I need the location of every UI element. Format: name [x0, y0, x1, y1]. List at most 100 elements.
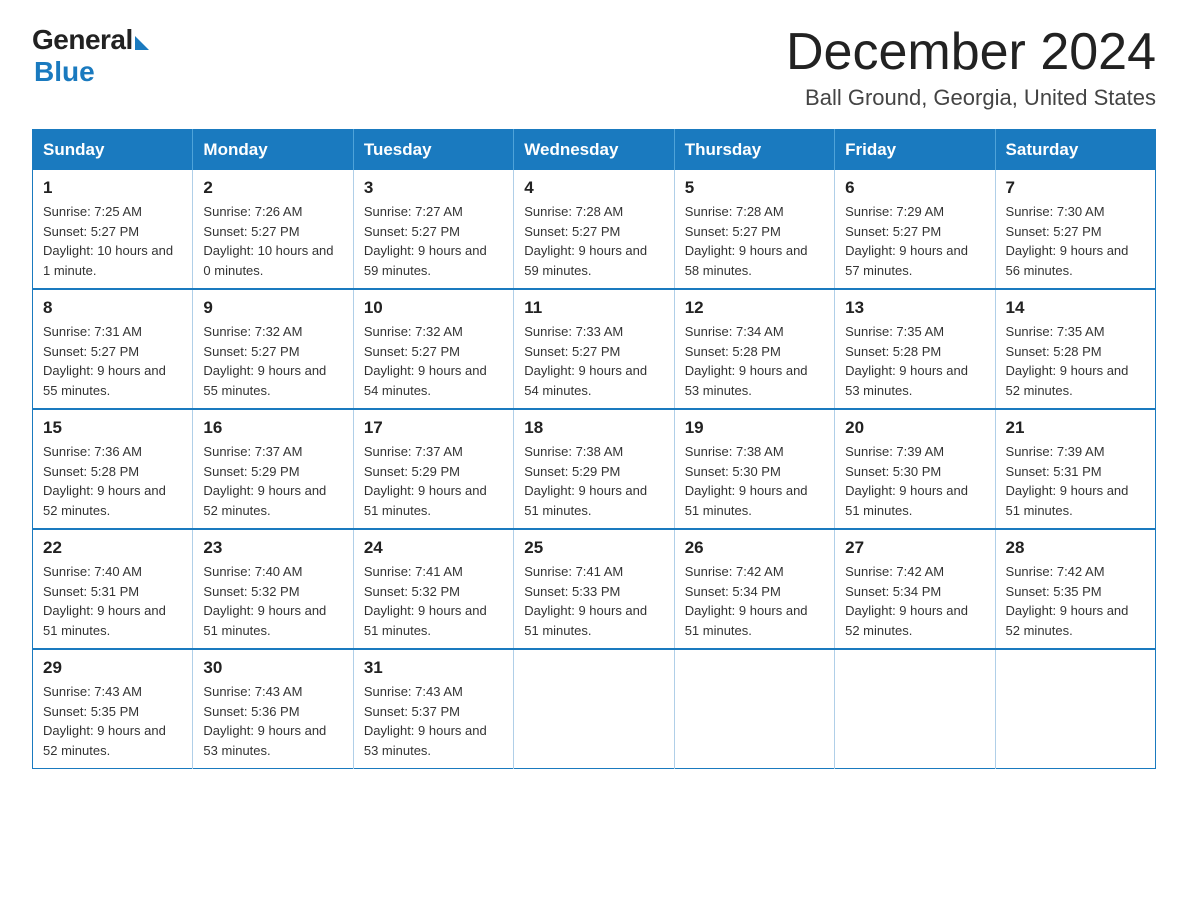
weekday-header-wednesday: Wednesday — [514, 130, 674, 171]
day-info: Sunrise: 7:37 AMSunset: 5:29 PMDaylight:… — [203, 442, 342, 520]
day-info: Sunrise: 7:35 AMSunset: 5:28 PMDaylight:… — [845, 322, 984, 400]
day-number: 22 — [43, 538, 182, 558]
calendar-week-row: 15 Sunrise: 7:36 AMSunset: 5:28 PMDaylig… — [33, 409, 1156, 529]
day-number: 26 — [685, 538, 824, 558]
weekday-header-thursday: Thursday — [674, 130, 834, 171]
calendar-day-cell: 29 Sunrise: 7:43 AMSunset: 5:35 PMDaylig… — [33, 649, 193, 769]
calendar-week-row: 29 Sunrise: 7:43 AMSunset: 5:35 PMDaylig… — [33, 649, 1156, 769]
weekday-header-monday: Monday — [193, 130, 353, 171]
weekday-header-friday: Friday — [835, 130, 995, 171]
day-info: Sunrise: 7:37 AMSunset: 5:29 PMDaylight:… — [364, 442, 503, 520]
day-info: Sunrise: 7:36 AMSunset: 5:28 PMDaylight:… — [43, 442, 182, 520]
day-info: Sunrise: 7:41 AMSunset: 5:33 PMDaylight:… — [524, 562, 663, 640]
calendar-day-cell: 22 Sunrise: 7:40 AMSunset: 5:31 PMDaylig… — [33, 529, 193, 649]
calendar-week-row: 8 Sunrise: 7:31 AMSunset: 5:27 PMDayligh… — [33, 289, 1156, 409]
day-info: Sunrise: 7:32 AMSunset: 5:27 PMDaylight:… — [203, 322, 342, 400]
day-number: 10 — [364, 298, 503, 318]
logo-triangle-icon — [135, 36, 149, 50]
calendar-day-cell: 15 Sunrise: 7:36 AMSunset: 5:28 PMDaylig… — [33, 409, 193, 529]
calendar-day-cell: 16 Sunrise: 7:37 AMSunset: 5:29 PMDaylig… — [193, 409, 353, 529]
day-number: 16 — [203, 418, 342, 438]
calendar-day-cell: 2 Sunrise: 7:26 AMSunset: 5:27 PMDayligh… — [193, 170, 353, 289]
calendar-day-cell — [674, 649, 834, 769]
day-number: 2 — [203, 178, 342, 198]
day-number: 20 — [845, 418, 984, 438]
day-number: 24 — [364, 538, 503, 558]
day-info: Sunrise: 7:25 AMSunset: 5:27 PMDaylight:… — [43, 202, 182, 280]
day-info: Sunrise: 7:39 AMSunset: 5:31 PMDaylight:… — [1006, 442, 1145, 520]
day-number: 7 — [1006, 178, 1145, 198]
calendar-day-cell: 30 Sunrise: 7:43 AMSunset: 5:36 PMDaylig… — [193, 649, 353, 769]
day-number: 28 — [1006, 538, 1145, 558]
day-info: Sunrise: 7:41 AMSunset: 5:32 PMDaylight:… — [364, 562, 503, 640]
day-info: Sunrise: 7:42 AMSunset: 5:35 PMDaylight:… — [1006, 562, 1145, 640]
day-number: 25 — [524, 538, 663, 558]
day-number: 15 — [43, 418, 182, 438]
calendar-day-cell: 19 Sunrise: 7:38 AMSunset: 5:30 PMDaylig… — [674, 409, 834, 529]
calendar-day-cell: 20 Sunrise: 7:39 AMSunset: 5:30 PMDaylig… — [835, 409, 995, 529]
page-title: December 2024 — [786, 24, 1156, 81]
day-info: Sunrise: 7:42 AMSunset: 5:34 PMDaylight:… — [685, 562, 824, 640]
day-number: 3 — [364, 178, 503, 198]
calendar-day-cell: 1 Sunrise: 7:25 AMSunset: 5:27 PMDayligh… — [33, 170, 193, 289]
day-number: 23 — [203, 538, 342, 558]
day-info: Sunrise: 7:29 AMSunset: 5:27 PMDaylight:… — [845, 202, 984, 280]
calendar-day-cell: 18 Sunrise: 7:38 AMSunset: 5:29 PMDaylig… — [514, 409, 674, 529]
day-info: Sunrise: 7:43 AMSunset: 5:35 PMDaylight:… — [43, 682, 182, 760]
day-info: Sunrise: 7:31 AMSunset: 5:27 PMDaylight:… — [43, 322, 182, 400]
calendar-day-cell: 17 Sunrise: 7:37 AMSunset: 5:29 PMDaylig… — [353, 409, 513, 529]
day-number: 29 — [43, 658, 182, 678]
day-info: Sunrise: 7:30 AMSunset: 5:27 PMDaylight:… — [1006, 202, 1145, 280]
day-info: Sunrise: 7:38 AMSunset: 5:30 PMDaylight:… — [685, 442, 824, 520]
calendar-day-cell: 28 Sunrise: 7:42 AMSunset: 5:35 PMDaylig… — [995, 529, 1155, 649]
calendar-day-cell: 27 Sunrise: 7:42 AMSunset: 5:34 PMDaylig… — [835, 529, 995, 649]
day-number: 21 — [1006, 418, 1145, 438]
day-info: Sunrise: 7:38 AMSunset: 5:29 PMDaylight:… — [524, 442, 663, 520]
day-info: Sunrise: 7:26 AMSunset: 5:27 PMDaylight:… — [203, 202, 342, 280]
day-number: 9 — [203, 298, 342, 318]
calendar-day-cell: 8 Sunrise: 7:31 AMSunset: 5:27 PMDayligh… — [33, 289, 193, 409]
day-info: Sunrise: 7:27 AMSunset: 5:27 PMDaylight:… — [364, 202, 503, 280]
day-number: 4 — [524, 178, 663, 198]
calendar-day-cell: 9 Sunrise: 7:32 AMSunset: 5:27 PMDayligh… — [193, 289, 353, 409]
logo-blue-text: Blue — [34, 56, 95, 88]
calendar-day-cell — [514, 649, 674, 769]
day-number: 1 — [43, 178, 182, 198]
day-number: 17 — [364, 418, 503, 438]
calendar-day-cell: 14 Sunrise: 7:35 AMSunset: 5:28 PMDaylig… — [995, 289, 1155, 409]
day-info: Sunrise: 7:40 AMSunset: 5:32 PMDaylight:… — [203, 562, 342, 640]
day-info: Sunrise: 7:32 AMSunset: 5:27 PMDaylight:… — [364, 322, 503, 400]
calendar-day-cell: 6 Sunrise: 7:29 AMSunset: 5:27 PMDayligh… — [835, 170, 995, 289]
day-number: 6 — [845, 178, 984, 198]
calendar-day-cell: 10 Sunrise: 7:32 AMSunset: 5:27 PMDaylig… — [353, 289, 513, 409]
day-number: 18 — [524, 418, 663, 438]
calendar-day-cell: 4 Sunrise: 7:28 AMSunset: 5:27 PMDayligh… — [514, 170, 674, 289]
calendar-day-cell: 5 Sunrise: 7:28 AMSunset: 5:27 PMDayligh… — [674, 170, 834, 289]
day-number: 11 — [524, 298, 663, 318]
day-info: Sunrise: 7:43 AMSunset: 5:37 PMDaylight:… — [364, 682, 503, 760]
calendar-day-cell — [835, 649, 995, 769]
day-number: 12 — [685, 298, 824, 318]
calendar-table: SundayMondayTuesdayWednesdayThursdayFrid… — [32, 129, 1156, 769]
day-info: Sunrise: 7:40 AMSunset: 5:31 PMDaylight:… — [43, 562, 182, 640]
weekday-header-saturday: Saturday — [995, 130, 1155, 171]
calendar-day-cell: 11 Sunrise: 7:33 AMSunset: 5:27 PMDaylig… — [514, 289, 674, 409]
weekday-header-tuesday: Tuesday — [353, 130, 513, 171]
day-info: Sunrise: 7:33 AMSunset: 5:27 PMDaylight:… — [524, 322, 663, 400]
day-info: Sunrise: 7:34 AMSunset: 5:28 PMDaylight:… — [685, 322, 824, 400]
calendar-day-cell: 7 Sunrise: 7:30 AMSunset: 5:27 PMDayligh… — [995, 170, 1155, 289]
calendar-day-cell: 25 Sunrise: 7:41 AMSunset: 5:33 PMDaylig… — [514, 529, 674, 649]
day-info: Sunrise: 7:39 AMSunset: 5:30 PMDaylight:… — [845, 442, 984, 520]
day-number: 27 — [845, 538, 984, 558]
day-number: 19 — [685, 418, 824, 438]
day-info: Sunrise: 7:42 AMSunset: 5:34 PMDaylight:… — [845, 562, 984, 640]
day-number: 5 — [685, 178, 824, 198]
calendar-day-cell: 13 Sunrise: 7:35 AMSunset: 5:28 PMDaylig… — [835, 289, 995, 409]
page-header: General Blue December 2024 Ball Ground, … — [32, 24, 1156, 111]
page-subtitle: Ball Ground, Georgia, United States — [786, 85, 1156, 111]
weekday-header-sunday: Sunday — [33, 130, 193, 171]
day-number: 13 — [845, 298, 984, 318]
day-number: 31 — [364, 658, 503, 678]
calendar-day-cell: 24 Sunrise: 7:41 AMSunset: 5:32 PMDaylig… — [353, 529, 513, 649]
day-number: 30 — [203, 658, 342, 678]
